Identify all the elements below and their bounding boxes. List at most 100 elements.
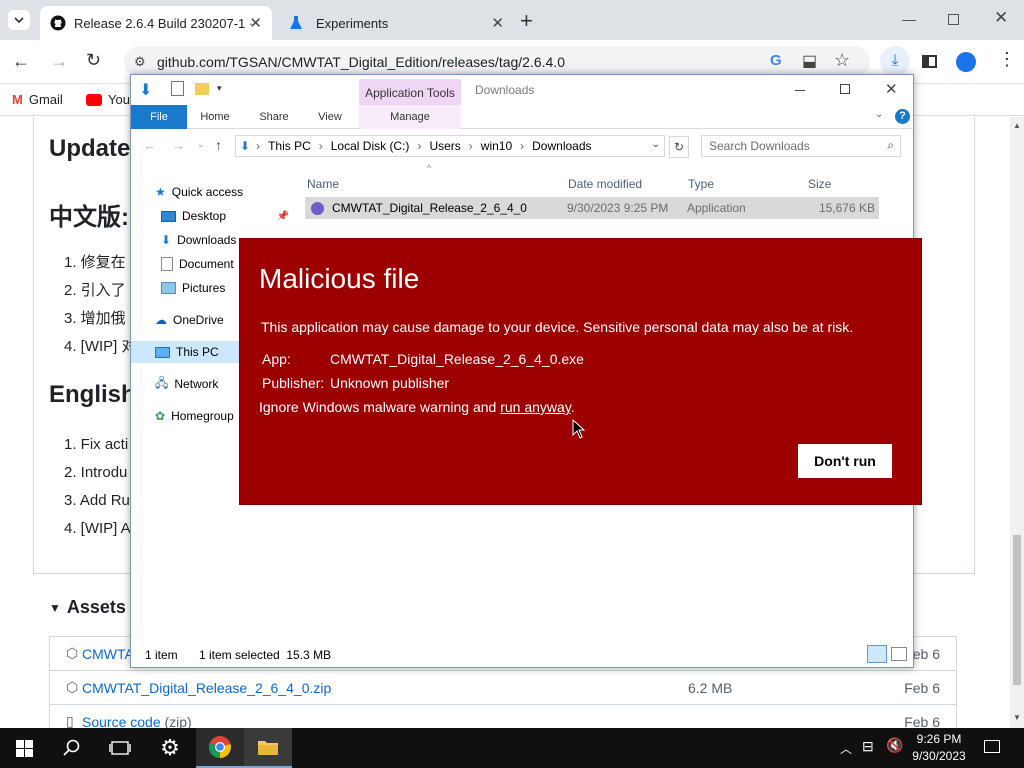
- notifications-icon[interactable]: [984, 740, 1000, 753]
- more-menu-icon[interactable]: ⋮: [998, 49, 1016, 70]
- close-tab-icon[interactable]: ✕: [249, 14, 262, 32]
- column-header-type[interactable]: Type: [688, 177, 714, 191]
- nav-back-icon[interactable]: ←: [143, 137, 157, 153]
- profile-icon[interactable]: [956, 52, 976, 72]
- column-header-size[interactable]: Size: [808, 177, 831, 191]
- explorer-address-bar[interactable]: ⬇ › This PC › Local Disk (C:) › Users › …: [235, 135, 665, 157]
- nav-desktop[interactable]: Desktop 📌: [161, 205, 289, 227]
- page-scrollbar[interactable]: ▲ ▼: [1010, 117, 1024, 728]
- tab-experiments[interactable]: Experiments ✕: [278, 6, 514, 40]
- network-tray-icon[interactable]: ⊟: [862, 738, 874, 755]
- task-view-button[interactable]: [96, 728, 144, 768]
- site-settings-icon[interactable]: ⚙: [134, 54, 146, 70]
- large-icons-view-icon[interactable]: [891, 647, 907, 661]
- scroll-up-icon[interactable]: ▲: [1013, 121, 1021, 130]
- mouse-cursor-icon: [572, 419, 586, 439]
- nav-onedrive[interactable]: ☁ OneDrive: [155, 309, 224, 331]
- start-button[interactable]: [0, 728, 48, 768]
- scroll-thumb[interactable]: [1013, 535, 1021, 685]
- downloads-icon[interactable]: ⤓: [880, 46, 910, 76]
- breadcrumb-item[interactable]: Local Disk (C:): [331, 139, 410, 153]
- breadcrumb-sep: ›: [468, 139, 473, 153]
- qat-dropdown-icon[interactable]: ▾: [217, 83, 222, 94]
- asset-link[interactable]: CMWTAT_Digital_Release_2_6_4_0.zip: [82, 680, 331, 696]
- file-explorer-app[interactable]: [244, 728, 292, 768]
- new-tab-button[interactable]: +: [520, 8, 533, 34]
- asset-link[interactable]: CMWTA: [82, 646, 134, 662]
- explorer-maximize-icon[interactable]: [840, 84, 850, 94]
- close-window-icon[interactable]: ✕: [994, 8, 1008, 28]
- nav-this-pc[interactable]: This PC: [131, 341, 243, 363]
- nav-documents[interactable]: Document: [161, 253, 234, 275]
- clock-time: 9:26 PM: [916, 732, 962, 746]
- breadcrumb-item[interactable]: Users: [429, 139, 460, 153]
- scroll-down-icon[interactable]: ▼: [1013, 713, 1021, 722]
- reload-icon[interactable]: ↻: [86, 50, 101, 71]
- tab-share[interactable]: Share: [249, 105, 299, 129]
- nav-quick-access[interactable]: ★ Quick access: [155, 181, 243, 203]
- chrome-app[interactable]: [196, 728, 244, 768]
- nav-up-icon[interactable]: ↑: [215, 137, 222, 153]
- install-app-icon[interactable]: ⬓: [802, 51, 817, 71]
- ribbon-tabs: File Home Share View Manage ⌄ ?: [131, 105, 913, 129]
- address-dropdown-icon[interactable]: ⌄: [652, 139, 660, 150]
- run-anyway-link[interactable]: run anyway: [500, 399, 571, 415]
- tab-view[interactable]: View: [307, 105, 353, 129]
- en-list: 1. Fix acti 2. Introdu 3. Add Ru 4. [WIP…: [64, 431, 131, 543]
- search-downloads-input[interactable]: Search Downloads ⌕: [701, 135, 901, 157]
- clock-date: 9/30/2023: [912, 749, 966, 763]
- bookmark-star-icon[interactable]: ☆: [834, 50, 850, 71]
- refresh-icon[interactable]: ↻: [669, 136, 689, 158]
- column-header-date[interactable]: Date modified: [568, 177, 642, 191]
- list-item: 4. [WIP] A: [64, 520, 131, 537]
- volume-muted-icon[interactable]: 🔇: [886, 737, 903, 754]
- nav-network[interactable]: 🖧 Network: [155, 373, 218, 395]
- ignore-warning-line: Ignore Windows malware warning and run a…: [259, 399, 575, 415]
- restore-window-icon[interactable]: [948, 14, 959, 25]
- clock[interactable]: 9:26 PM 9/30/2023: [906, 731, 972, 765]
- side-panel-icon[interactable]: [922, 55, 937, 68]
- help-icon[interactable]: ?: [895, 109, 910, 124]
- minimize-window-icon[interactable]: [902, 20, 916, 21]
- bookmark-gmail[interactable]: M Gmail: [12, 92, 63, 107]
- google-icon[interactable]: G: [770, 52, 782, 69]
- explorer-close-icon[interactable]: ✕: [885, 80, 898, 98]
- tab-home[interactable]: Home: [191, 105, 239, 129]
- qat-download-icon[interactable]: ⬇: [139, 80, 152, 100]
- forward-icon[interactable]: →: [50, 51, 68, 72]
- ribbon-expand-icon[interactable]: ⌄: [875, 109, 883, 120]
- bookmark-youtube[interactable]: You: [86, 92, 130, 107]
- nav-forward-icon[interactable]: →: [171, 137, 185, 153]
- qat-properties-icon[interactable]: [171, 81, 184, 96]
- back-icon[interactable]: ←: [12, 51, 30, 72]
- asset-link[interactable]: Source code (zip): [82, 714, 192, 728]
- tab-search-button[interactable]: [8, 10, 30, 30]
- file-type: Application: [687, 201, 746, 215]
- this-pc-icon: [155, 346, 170, 358]
- show-hidden-icons-icon[interactable]: ︿: [840, 740, 852, 757]
- nav-homegroup[interactable]: ✿ Homegroup: [155, 405, 234, 427]
- tab-manage[interactable]: Manage: [359, 105, 461, 129]
- homegroup-icon: ✿: [155, 409, 166, 423]
- heading-english: English: [49, 381, 136, 408]
- file-size: 15,676 KB: [818, 201, 875, 215]
- details-view-icon[interactable]: [867, 645, 887, 663]
- dont-run-button[interactable]: Don't run: [798, 444, 892, 478]
- tab-file[interactable]: File: [131, 105, 187, 129]
- breadcrumb-item[interactable]: win10: [481, 139, 512, 153]
- recent-locations-icon[interactable]: ⌄: [197, 139, 205, 150]
- close-tab-icon[interactable]: ✕: [491, 14, 504, 32]
- file-zip-icon: ▯: [66, 713, 74, 728]
- assets-toggle[interactable]: ▼ Assets: [49, 597, 126, 618]
- nav-downloads[interactable]: ⬇ Downloads: [161, 229, 236, 251]
- breadcrumb-item[interactable]: Downloads: [532, 139, 591, 153]
- settings-app[interactable]: ⚙: [146, 728, 194, 768]
- breadcrumb-item[interactable]: This PC: [268, 139, 311, 153]
- search-button[interactable]: [48, 728, 96, 768]
- qat-folder-icon[interactable]: [195, 83, 209, 95]
- column-header-name[interactable]: Name: [307, 177, 339, 191]
- explorer-minimize-icon[interactable]: [795, 90, 805, 91]
- file-row[interactable]: CMWTAT_Digital_Release_2_6_4_0 9/30/2023…: [305, 197, 879, 219]
- tab-release[interactable]: Release 2.6.4 Build 230207-1 · T ✕: [40, 6, 272, 40]
- nav-pictures[interactable]: Pictures: [161, 277, 225, 299]
